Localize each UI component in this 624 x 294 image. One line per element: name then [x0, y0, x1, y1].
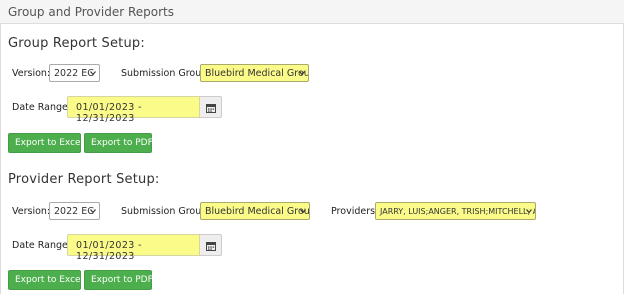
providers-value: JARRY, LUIS;ANGER, TRISH;MITCHELL, AVRA [380, 207, 535, 216]
group-submission-value: Bluebird Medical Group [205, 68, 309, 79]
provider-date-range-input[interactable]: 01/01/2023 - 12/31/2023 [67, 234, 200, 262]
provider-submission-select[interactable]: Bluebird Medical Group [200, 202, 310, 220]
group-report-heading: Group Report Setup: [8, 36, 145, 51]
group-version-select[interactable]: 2022 EC [49, 64, 100, 82]
group-version-value: 2022 EC [54, 68, 94, 79]
group-export-pdf-button[interactable]: Export to PDF [84, 133, 153, 153]
group-calendar-button[interactable] [200, 96, 222, 118]
provider-report-heading: Provider Report Setup: [8, 172, 160, 187]
group-submission-select[interactable]: Bluebird Medical Group [200, 64, 309, 82]
provider-submission-label: Submission Group: [121, 206, 211, 217]
provider-submission-value: Bluebird Medical Group [205, 206, 310, 217]
provider-date-label: Date Range: [12, 240, 72, 251]
group-date-range-input[interactable]: 01/01/2023 - 12/31/2023 [67, 96, 200, 124]
group-date-label: Date Range: [12, 102, 72, 113]
provider-calendar-button[interactable] [200, 234, 222, 256]
providers-select[interactable]: JARRY, LUIS;ANGER, TRISH;MITCHELL, AVRA [375, 202, 536, 220]
provider-version-label: Version: [12, 206, 51, 217]
provider-export-excel-button[interactable]: Export to Excel [8, 270, 83, 290]
panel-body: Group Report Setup: Version: 2022 EC Sub… [0, 24, 624, 294]
provider-version-value: 2022 EC [54, 206, 94, 217]
calendar-icon [206, 104, 216, 113]
chevron-down-icon [300, 209, 306, 214]
provider-export-pdf-button[interactable]: Export to PDF [84, 270, 153, 290]
group-submission-label: Submission Group: [121, 68, 211, 79]
panel-header: Group and Provider Reports [0, 0, 624, 24]
chevron-down-icon [90, 71, 96, 76]
page-title: Group and Provider Reports [8, 5, 174, 19]
providers-label: Providers: [331, 206, 379, 217]
chevron-down-icon [299, 71, 305, 76]
chevron-down-icon [90, 209, 96, 214]
provider-version-select[interactable]: 2022 EC [49, 202, 100, 220]
group-export-excel-button[interactable]: Export to Excel [8, 133, 83, 153]
calendar-icon [206, 242, 216, 251]
chevron-down-icon [526, 209, 532, 214]
group-version-label: Version: [12, 68, 51, 79]
